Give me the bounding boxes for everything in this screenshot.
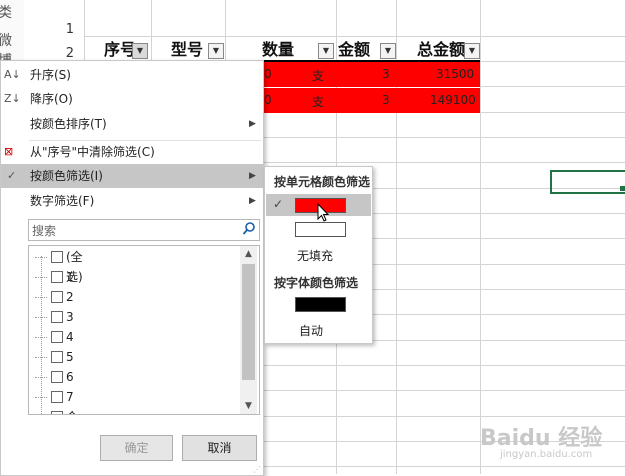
menu-item-label: 升序(S) xyxy=(30,68,71,82)
filter-dropdown-icon[interactable]: ▼ xyxy=(380,43,396,59)
cell-amount: 3 xyxy=(382,67,390,81)
filter-dropdown-icon[interactable]: ▼ xyxy=(464,43,480,59)
search-icon xyxy=(242,222,255,235)
panel-fragment: 类 xyxy=(0,5,12,21)
row-number[interactable]: 1 xyxy=(24,22,74,37)
menu-item-sort-by-color[interactable]: 按颜色排序(T) ▶ xyxy=(1,112,263,136)
menu-item-sort-asc[interactable]: A↓ 升序(S) xyxy=(1,63,263,87)
cell-unit: 支 xyxy=(312,95,325,109)
tree-line xyxy=(41,256,43,414)
cell-qty: 0 xyxy=(264,67,272,81)
submenu-arrow-icon: ▶ xyxy=(249,196,256,206)
no-fill-swatch[interactable] xyxy=(295,222,346,237)
cell-total: 31500 xyxy=(436,67,475,81)
value-list[interactable]: (全选) 1 2 3 4 5 6 7 合计 ▲ ▼ xyxy=(28,245,260,415)
sort-desc-icon: Z↓ xyxy=(4,92,21,105)
filter-menu: A↓ 升序(S) Z↓ 降序(O) 按颜色排序(T) ▶ ⊠ 从"序号"中清除筛… xyxy=(0,60,264,476)
menu-item-label: 从"序号"中清除筛选(C) xyxy=(30,145,155,159)
no-fill-label[interactable]: 无填充 xyxy=(297,247,333,264)
menu-item-label: 按颜色筛选(I) xyxy=(30,169,103,183)
cancel-button[interactable]: 取消 xyxy=(182,435,257,461)
color-filter-submenu: 按单元格颜色筛选 ✓ 无填充 按字体颜色筛选 自动 xyxy=(264,166,373,344)
black-font-swatch[interactable] xyxy=(295,297,346,312)
gridline xyxy=(84,36,625,37)
checkbox[interactable] xyxy=(51,251,63,263)
list-item-label: 合计 xyxy=(66,407,78,414)
selected-cell[interactable] xyxy=(550,170,625,194)
fill-handle[interactable] xyxy=(620,186,625,191)
search-placeholder: 搜索 xyxy=(32,224,57,238)
checkbox[interactable] xyxy=(51,331,63,343)
check-icon: ✓ xyxy=(273,197,284,211)
cell-total: 149100 xyxy=(430,93,476,107)
filter-active-icon[interactable]: ▼ xyxy=(132,43,148,59)
list-item-label: 7 xyxy=(66,390,74,404)
list-item-label: 5 xyxy=(66,350,74,364)
submenu-arrow-icon: ▶ xyxy=(249,119,256,129)
list-item-label: 1 xyxy=(66,270,74,284)
menu-item-label: 降序(O) xyxy=(30,92,73,106)
submenu-arrow-icon: ▶ xyxy=(249,171,256,181)
list-item-label: 2 xyxy=(66,290,74,304)
mouse-cursor-icon xyxy=(317,203,330,222)
list-scrollbar[interactable]: ▲ ▼ xyxy=(240,246,257,414)
checkbox[interactable] xyxy=(51,391,63,403)
header-qty: 数量 xyxy=(262,40,295,59)
header-total: 总金额 xyxy=(417,40,466,59)
ok-button[interactable]: 确定 xyxy=(100,435,173,461)
table-row[interactable]: 0 支 3 149100 xyxy=(262,88,480,113)
cell-color-header: 按单元格颜色筛选 xyxy=(274,175,371,189)
scroll-thumb[interactable] xyxy=(242,264,255,380)
cell-unit: 支 xyxy=(312,69,325,83)
menu-item-label: 数字筛选(F) xyxy=(30,194,95,208)
check-icon: ✓ xyxy=(7,169,17,182)
font-color-header: 按字体颜色筛选 xyxy=(274,276,359,290)
menu-item-label: 按颜色排序(T) xyxy=(30,117,107,131)
resize-grip-icon[interactable]: ⋰ xyxy=(253,465,261,474)
table-row[interactable]: 0 支 3 31500 xyxy=(262,62,480,87)
checkbox[interactable] xyxy=(51,371,63,383)
checkbox[interactable] xyxy=(51,271,63,283)
list-item-label: 6 xyxy=(66,370,74,384)
menu-item-filter-by-color[interactable]: ✓ 按颜色筛选(I) ▶ xyxy=(1,164,263,188)
filter-dropdown-icon[interactable]: ▼ xyxy=(208,43,224,59)
menu-item-clear-filter[interactable]: ⊠ 从"序号"中清除筛选(C) xyxy=(1,140,263,164)
auto-label[interactable]: 自动 xyxy=(299,322,323,339)
checkbox[interactable] xyxy=(51,411,63,414)
cell-qty: 0 xyxy=(264,93,272,107)
watermark-url: jingyan.baidu.com xyxy=(500,449,593,460)
clear-filter-icon: ⊠ xyxy=(4,145,14,158)
scroll-down-icon[interactable]: ▼ xyxy=(240,398,257,414)
watermark-logo: Baidu 经验 xyxy=(480,426,603,451)
checkbox[interactable] xyxy=(51,351,63,363)
list-item-label: 4 xyxy=(66,330,74,344)
checkbox[interactable] xyxy=(51,291,63,303)
filter-dropdown-icon[interactable]: ▼ xyxy=(318,43,334,59)
list-item-label: 3 xyxy=(66,310,74,324)
cell-amount: 3 xyxy=(382,93,390,107)
search-input[interactable]: 搜索 xyxy=(28,219,260,241)
scroll-up-icon[interactable]: ▲ xyxy=(240,246,257,262)
menu-item-sort-desc[interactable]: Z↓ 降序(O) xyxy=(1,87,263,111)
checkbox[interactable] xyxy=(51,311,63,323)
gridline xyxy=(480,0,481,474)
header-model: 型号 xyxy=(171,40,204,59)
sort-asc-icon: A↓ xyxy=(4,68,21,81)
header-amount: 金额 xyxy=(338,40,371,59)
menu-item-number-filter[interactable]: 数字筛选(F) ▶ xyxy=(1,189,263,213)
row-number[interactable]: 2 xyxy=(24,46,74,61)
